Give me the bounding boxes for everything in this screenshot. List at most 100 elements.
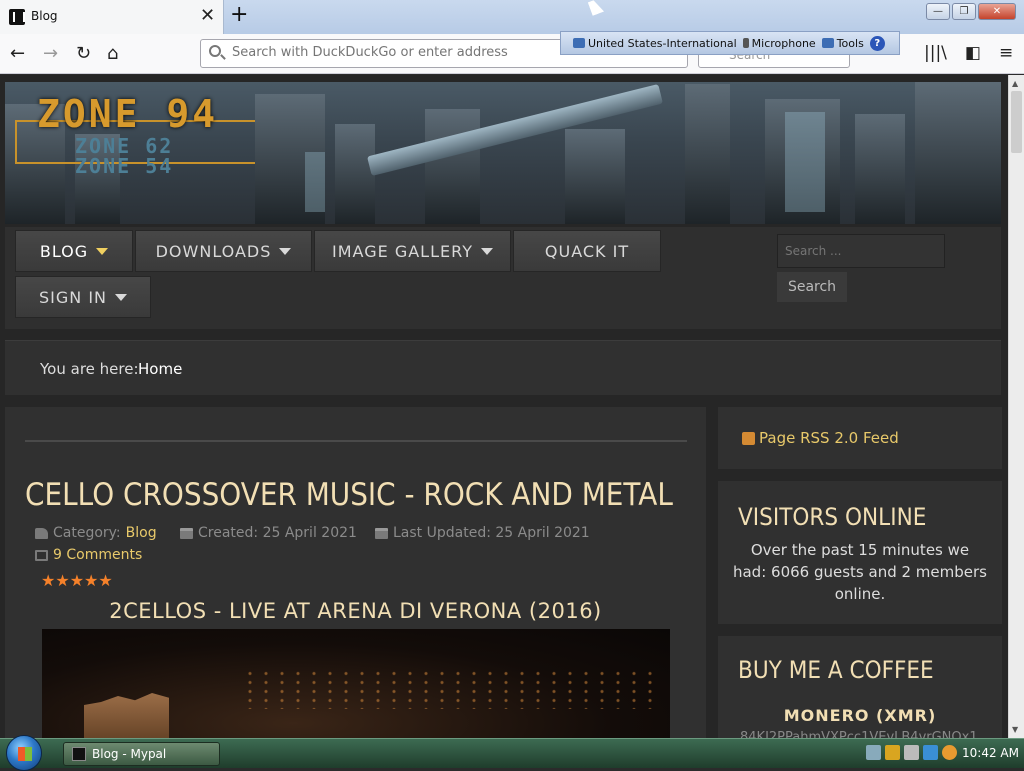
site-favicon-icon [9,9,25,25]
network-icon[interactable] [866,745,881,760]
video-title: 2CELLOS - LIVE AT ARENA DI VERONA (2016) [109,599,602,623]
rss-link[interactable]: Page RSS 2.0 Feed [759,429,899,447]
nav-label: IMAGE GALLERY [332,241,473,261]
search-tray-icon[interactable] [942,745,957,760]
article-comments: 9 Comments [35,547,142,563]
nav-label: QUACK IT [544,241,630,261]
search-icon [209,45,221,57]
tools-label: Tools [836,36,864,50]
folder-icon [35,527,48,539]
tray-app-icon[interactable] [923,745,938,760]
menu-icon[interactable]: ≡ [999,43,1013,63]
home-icon[interactable]: ⌂ [107,43,118,64]
restore-button[interactable]: ❐ [952,3,976,20]
back-icon[interactable]: ← [10,43,25,64]
window-controls: — ❐ ✕ [926,3,1016,20]
main-nav: BLOG DOWNLOADS IMAGE GALLERY QUACK IT SI… [5,227,1001,329]
logo-sub-text: ZONE 62 ZONE 54 [75,136,173,176]
logo-sub2: ZONE 54 [75,154,174,178]
tab-title: Blog [31,9,58,23]
tab-blog[interactable]: Blog ✕ [0,0,224,34]
calendar-icon [180,527,193,539]
microphone-button[interactable]: Microphone [742,36,816,50]
rss-icon [742,432,755,445]
visitors-panel: VISITORS ONLINE Over the past 15 minutes… [718,481,1002,624]
coffee-panel: BUY ME A COFFEE MONERO (XMR) 84KJ2PPahmV… [718,636,1002,738]
breadcrumb-label: You are here: [40,360,139,378]
forward-icon[interactable]: → [43,43,58,64]
tab-close-icon[interactable]: ✕ [200,5,215,26]
nav-item-quack-it[interactable]: QUACK IT [513,230,661,272]
coffee-currency: MONERO (XMR) [783,706,937,725]
app-icon [72,747,86,761]
new-tab-button[interactable]: + [230,2,248,27]
caret-down-icon [279,247,292,255]
article-updated: Last Updated: 25 April 2021 [375,525,590,541]
language-bar: United States-International Microphone T… [560,31,900,55]
microphone-label: Microphone [751,36,816,50]
system-tray [866,745,957,760]
site-search-input[interactable] [777,234,945,268]
reload-icon[interactable]: ↻ [76,43,91,64]
crowd-lights-graphic [242,669,662,709]
page-scrollbar[interactable]: ▲ ▼ [1008,75,1024,738]
sidebar-icon[interactable]: ◧ [965,43,981,63]
visitors-text: Over the past 15 minutes we had: 6066 gu… [732,541,987,603]
rss-panel: Page RSS 2.0 Feed [718,407,1002,469]
caret-down-icon [115,293,127,301]
taskbar-window-button[interactable]: Blog - Mypal [63,742,220,766]
microphone-icon [742,38,749,48]
security-icon[interactable] [885,745,900,760]
nav-label: SIGN IN [38,287,107,307]
article-panel: CELLO CROSSOVER MUSIC - ROCK AND METAL C… [5,407,706,738]
keyboard-layout[interactable]: United States-International [573,37,737,50]
comment-icon [35,549,48,561]
video-player[interactable] [42,629,670,738]
category-label: Category: [53,525,121,541]
article-title[interactable]: CELLO CROSSOVER MUSIC - ROCK AND METAL [25,477,673,513]
logo-main-text: ZONE 94 [37,92,219,136]
toolbar-right-icons: |||\ ◧ ≡ [924,43,1013,63]
scroll-up-icon[interactable]: ▲ [1012,79,1018,88]
clock[interactable]: 10:42 AM [962,746,1019,760]
nav-item-downloads[interactable]: DOWNLOADS [135,230,312,272]
nav-item-sign-in[interactable]: SIGN IN [15,276,151,318]
caret-down-icon [480,247,493,255]
start-button[interactable] [6,735,42,771]
nav-label: DOWNLOADS [155,241,272,261]
divider [25,440,687,442]
visitors-title: VISITORS ONLINE [738,503,927,531]
created-date: Created: 25 April 2021 [198,525,357,541]
taskbar: Blog - Mypal 10:42 AM [0,735,1024,771]
category-link[interactable]: Blog [126,525,157,541]
site-search-button[interactable]: Search [777,272,847,302]
nav-item-blog[interactable]: BLOG [15,230,133,272]
coffee-title: BUY ME A COFFEE [738,656,934,684]
web-page: ZONE 94 ZONE 62 ZONE 54 BLOG DOWNLOADS IM… [0,75,1008,738]
breadcrumb-home: Home [138,360,183,378]
tools-button[interactable]: Tools [821,36,864,50]
library-icon[interactable]: |||\ [924,43,947,63]
arena-graphic [84,693,169,738]
nav-item-image-gallery[interactable]: IMAGE GALLERY [314,230,511,272]
coffee-address: 84KJ2PPahmVXPcc1VEvLB4vrGNQx1 [740,730,978,738]
volume-icon[interactable] [904,745,919,760]
caret-down-icon [96,247,109,255]
calendar-icon [375,527,388,539]
scroll-thumb[interactable] [1011,91,1022,153]
updated-date: Last Updated: 25 April 2021 [393,525,590,541]
taskbar-window-title: Blog - Mypal [92,747,167,761]
header-banner: ZONE 94 ZONE 62 ZONE 54 [5,82,1001,224]
tools-icon [821,38,834,48]
article-created: Created: 25 April 2021 [180,525,357,541]
close-window-button[interactable]: ✕ [978,3,1016,20]
minimize-button[interactable]: — [926,3,950,20]
scroll-down-icon[interactable]: ▼ [1012,725,1018,734]
nav-label: BLOG [39,241,89,261]
star-rating[interactable]: ★★★★★ [41,571,113,590]
article-category: Category: Blog [35,525,157,541]
keyboard-label: United States-International [588,36,737,50]
comments-link[interactable]: 9 Comments [53,547,142,563]
site-logo[interactable]: ZONE 94 ZONE 62 ZONE 54 [15,92,255,178]
help-icon[interactable]: ? [869,35,885,51]
